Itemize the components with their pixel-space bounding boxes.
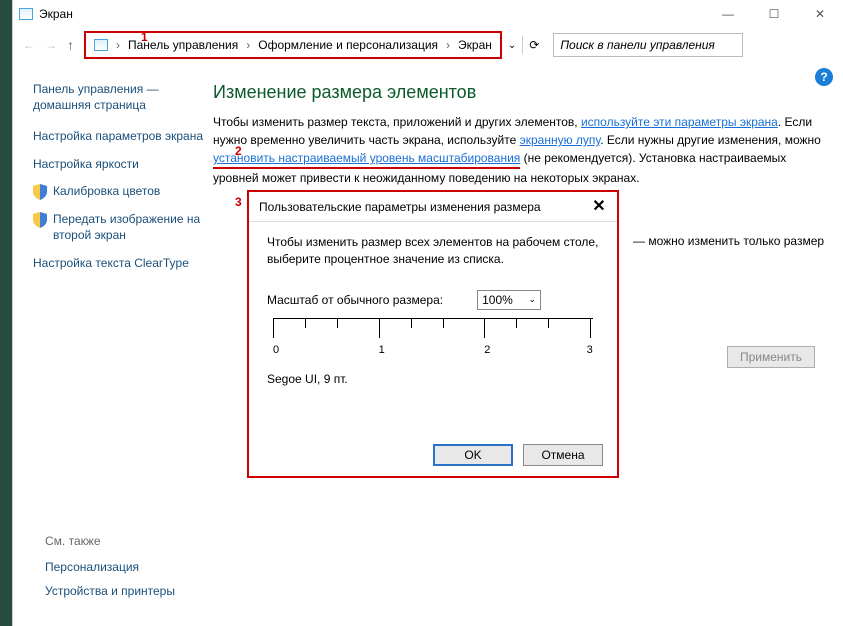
scale-label: Масштаб от обычного размера: <box>267 293 443 307</box>
search-input[interactable]: Поиск в панели управления <box>553 33 743 57</box>
sidebar-item-project[interactable]: Передать изображение на второй экран <box>53 212 213 243</box>
annotation-3: 3 <box>235 195 242 209</box>
titlebar: Экран — ☐ ✕ <box>13 0 843 28</box>
custom-scaling-dialog: Пользовательские параметры изменения раз… <box>247 190 619 478</box>
annotation-2: 2 <box>235 144 242 158</box>
ruler[interactable]: 0 1 2 3 <box>273 318 593 362</box>
page-title: Изменение размера элементов <box>213 82 831 103</box>
personalization-link[interactable]: Персонализация <box>45 560 175 574</box>
search-placeholder: Поиск в панели управления <box>560 38 715 52</box>
nav-back-icon[interactable]: ← <box>23 38 35 52</box>
partial-text: — можно изменить только размер <box>633 234 824 248</box>
custom-scaling-link[interactable]: установить настраиваемый уровень масштаб… <box>213 149 520 169</box>
cancel-button[interactable]: Отмена <box>523 444 603 466</box>
shield-icon <box>33 212 47 228</box>
ok-button[interactable]: OK <box>433 444 513 466</box>
sidebar-item-display-params[interactable]: Настройка параметров экрана <box>33 129 213 145</box>
close-button[interactable]: ✕ <box>797 0 843 28</box>
nav-forward-icon[interactable]: → <box>45 38 57 52</box>
sidebar: Панель управления — домашняя страница На… <box>13 82 213 283</box>
font-preview: Segoe UI, 9 пт. <box>267 372 599 386</box>
see-also-header: См. также <box>45 534 175 548</box>
monitor-icon <box>19 8 33 20</box>
devices-printers-link[interactable]: Устройства и принтеры <box>45 584 175 598</box>
see-also: См. также Персонализация Устройства и пр… <box>45 534 175 608</box>
window-title: Экран <box>39 7 73 21</box>
dialog-close-button[interactable]: ✕ <box>587 196 611 216</box>
annotation-1: 1 <box>141 30 148 44</box>
chevron-right-icon: › <box>112 38 124 52</box>
apply-button[interactable]: Применить <box>727 346 815 368</box>
chevron-down-icon: ⌄ <box>529 294 537 305</box>
minimize-button[interactable]: — <box>705 0 751 28</box>
sidebar-item-cleartype[interactable]: Настройка текста ClearType <box>33 256 213 272</box>
description-text: Чтобы изменить размер текста, приложений… <box>213 113 831 187</box>
display-settings-link[interactable]: используйте эти параметры экрана <box>581 115 778 129</box>
maximize-button[interactable]: ☐ <box>751 0 797 28</box>
breadcrumb[interactable]: Экран <box>454 38 496 52</box>
dialog-title: Пользовательские параметры изменения раз… <box>249 192 617 222</box>
breadcrumb[interactable]: Оформление и персонализация <box>254 38 442 52</box>
sidebar-item-calibrate[interactable]: Калибровка цветов <box>53 184 160 200</box>
dialog-intro: Чтобы изменить размер всех элементов на … <box>267 234 599 268</box>
scale-select[interactable]: 100% ⌄ <box>477 290 541 310</box>
chevron-right-icon: › <box>442 38 454 52</box>
refresh-icon[interactable]: ⟳ <box>529 38 539 52</box>
shield-icon <box>33 184 47 200</box>
magnifier-link[interactable]: экранную лупу <box>520 133 601 147</box>
nav-up-icon[interactable]: ↑ <box>67 37 74 53</box>
sidebar-item-brightness[interactable]: Настройка яркости <box>33 157 213 173</box>
monitor-icon <box>94 39 108 51</box>
chevron-down-icon[interactable]: ⌄ <box>508 40 516 51</box>
control-panel-home-link[interactable]: Панель управления — домашняя страница <box>33 82 213 113</box>
chevron-right-icon: › <box>242 38 254 52</box>
help-icon[interactable]: ? <box>815 68 833 86</box>
